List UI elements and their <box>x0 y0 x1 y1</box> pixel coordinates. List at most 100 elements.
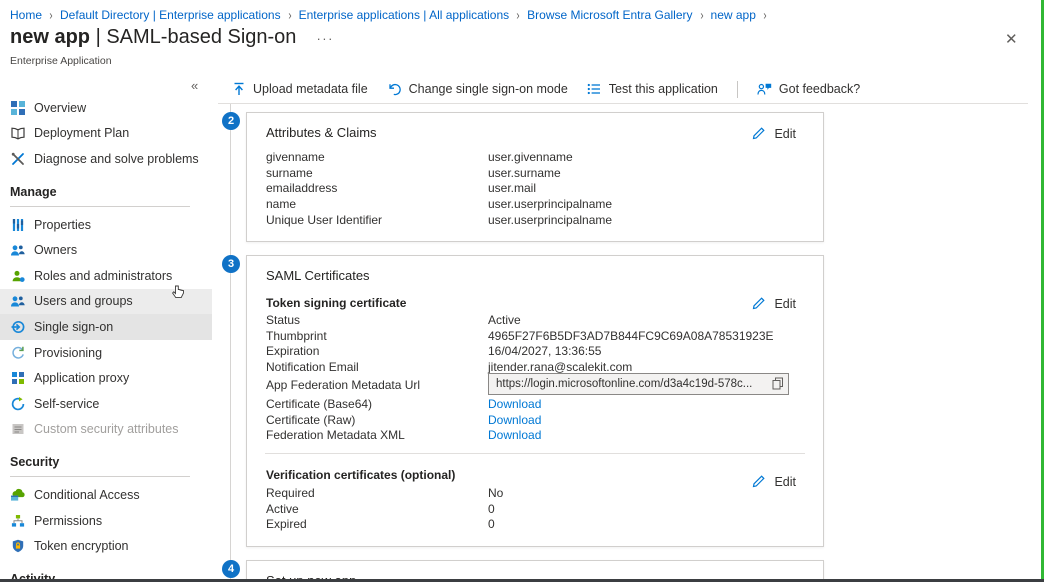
metadata-url-label: App Federation Metadata Url <box>266 378 420 392</box>
sliders-icon <box>10 217 25 232</box>
app-name: new app <box>10 26 90 48</box>
metadata-url-input[interactable]: https://login.microsoftonline.com/d3a4c1… <box>488 373 789 395</box>
collapse-sidebar-icon[interactable]: « <box>191 78 198 93</box>
sidebar-label: Users and groups <box>34 294 133 308</box>
sidebar-item-diagnose[interactable]: Diagnose and solve problems <box>0 146 212 172</box>
overview-grid-icon <box>10 100 25 115</box>
breadcrumb-separator: › <box>517 7 520 22</box>
sidebar-label: Deployment Plan <box>34 126 129 140</box>
more-options-ellipsis[interactable]: ··· <box>316 31 334 46</box>
breadcrumb-separator: › <box>700 7 703 22</box>
breadcrumb-separator: › <box>763 7 766 22</box>
pencil-icon <box>751 126 766 141</box>
step-badge-3: 3 <box>222 255 240 273</box>
steps-connector-line <box>230 104 231 580</box>
download-row: Federation Metadata XMLDownload <box>247 427 823 443</box>
metadata-url-value: https://login.microsoftonline.com/d3a4c1… <box>496 378 752 390</box>
sidebar-item-token-encryption[interactable]: Token encryption <box>0 533 212 559</box>
claim-row: emailaddressuser.mail <box>247 180 823 196</box>
edit-attributes-button[interactable]: Edit <box>751 126 796 141</box>
attributes-claims-title: Attributes & Claims <box>266 125 377 140</box>
conditional-access-icon <box>10 487 25 502</box>
sidebar-section-security: Security <box>0 442 212 476</box>
test-application-button[interactable]: Test this application <box>587 82 718 97</box>
breadcrumb-new-app[interactable]: new app <box>711 8 756 22</box>
sidebar-label: Overview <box>34 101 86 115</box>
shield-lock-icon <box>10 539 25 554</box>
sidebar-label: Provisioning <box>34 346 102 360</box>
mouse-cursor <box>171 285 185 305</box>
sidebar-label: Owners <box>34 243 77 257</box>
copy-icon[interactable] <box>772 377 784 393</box>
token-signing-rows: StatusActive Thumbprint4965F27F6B5DF3AD7… <box>247 312 823 375</box>
toolbar-divider <box>737 81 738 98</box>
feedback-label: Got feedback? <box>779 82 860 96</box>
breadcrumb-separator: › <box>49 7 52 22</box>
download-link[interactable]: Download <box>488 397 541 411</box>
sync-icon <box>10 345 25 360</box>
sidebar-section-manage: Manage <box>0 172 212 206</box>
verification-row: Expired0 <box>247 516 823 532</box>
attributes-doc-icon <box>10 422 25 437</box>
sidebar-item-self-service[interactable]: Self-service <box>0 391 212 417</box>
download-link[interactable]: Download <box>488 413 541 427</box>
sidebar-item-deployment-plan[interactable]: Deployment Plan <box>0 121 212 147</box>
breadcrumb-all-applications[interactable]: Enterprise applications | All applicatio… <box>299 8 510 22</box>
upload-metadata-button[interactable]: Upload metadata file <box>231 82 368 97</box>
verification-row: Active0 <box>247 501 823 517</box>
claim-row: givennameuser.givenname <box>247 149 823 165</box>
sidebar-label: Permissions <box>34 514 102 528</box>
download-link[interactable]: Download <box>488 428 541 442</box>
saml-certificates-card: SAML Certificates Token signing certific… <box>246 255 824 547</box>
breadcrumb-separator: › <box>288 7 291 22</box>
close-icon[interactable]: ✕ <box>1005 30 1018 48</box>
book-icon <box>10 126 25 141</box>
sidebar-label: Roles and administrators <box>34 269 172 283</box>
feedback-icon <box>757 82 772 97</box>
sidebar-label: Conditional Access <box>34 488 140 502</box>
change-sso-mode-label: Change single sign-on mode <box>409 82 568 96</box>
sidebar-item-permissions[interactable]: Permissions <box>0 508 212 534</box>
sidebar-item-overview[interactable]: Overview <box>0 95 212 121</box>
claim-row: surnameuser.surname <box>247 165 823 181</box>
sidebar-divider <box>10 206 190 207</box>
upload-metadata-label: Upload metadata file <box>253 82 368 96</box>
sidebar-item-application-proxy[interactable]: Application proxy <box>0 365 212 391</box>
content-divider <box>218 103 1028 104</box>
sidebar-item-owners[interactable]: Owners <box>0 237 212 263</box>
step-badge-2: 2 <box>222 112 240 130</box>
breadcrumb-entra-gallery[interactable]: Browse Microsoft Entra Gallery <box>527 8 692 22</box>
sidebar-item-custom-security-attributes: Custom security attributes <box>0 417 212 443</box>
sidebar-item-properties[interactable]: Properties <box>0 212 212 238</box>
single-sign-on-icon <box>10 319 25 334</box>
change-sso-mode-button[interactable]: Change single sign-on mode <box>387 82 568 97</box>
download-row: Certificate (Raw)Download <box>247 412 823 428</box>
sidebar-item-conditional-access[interactable]: Conditional Access <box>0 482 212 508</box>
breadcrumb-enterprise-apps[interactable]: Default Directory | Enterprise applicati… <box>60 8 281 22</box>
entra-saml-sso-page: Home › Default Directory | Enterprise ap… <box>0 0 1044 582</box>
attributes-claims-card: Attributes & Claims Edit givennameuser.g… <box>246 112 824 242</box>
sidebar-label: Diagnose and solve problems <box>34 152 199 166</box>
token-signing-title: Token signing certificate <box>266 296 406 310</box>
org-chart-icon <box>10 513 25 528</box>
admin-person-icon <box>10 268 25 283</box>
sidebar-nav: Overview Deployment Plan Diagnose and so… <box>0 95 212 582</box>
breadcrumb-home[interactable]: Home <box>10 8 42 22</box>
people-icon <box>10 243 25 258</box>
verification-rows: RequiredNo Active0 Expired0 <box>247 485 823 532</box>
verification-row: RequiredNo <box>247 485 823 501</box>
cert-row: StatusActive <box>247 312 823 328</box>
edit-token-signing-button[interactable]: Edit <box>751 296 796 311</box>
sidebar-item-single-sign-on[interactable]: Single sign-on <box>0 314 212 340</box>
app-proxy-grid-icon <box>10 371 25 386</box>
page-title: new app | SAML-based Sign-on··· <box>10 26 334 49</box>
sidebar-item-provisioning[interactable]: Provisioning <box>0 340 212 366</box>
download-row: Certificate (Base64)Download <box>247 396 823 412</box>
cert-row: Expiration16/04/2027, 13:36:55 <box>247 343 823 359</box>
page-subtitle: Enterprise Application <box>10 55 112 67</box>
refresh-icon <box>10 396 25 411</box>
claim-row: nameuser.userprincipalname <box>247 196 823 212</box>
undo-icon <box>387 82 402 97</box>
feedback-button[interactable]: Got feedback? <box>757 82 860 97</box>
claims-rows: givennameuser.givenname surnameuser.surn… <box>247 149 823 227</box>
